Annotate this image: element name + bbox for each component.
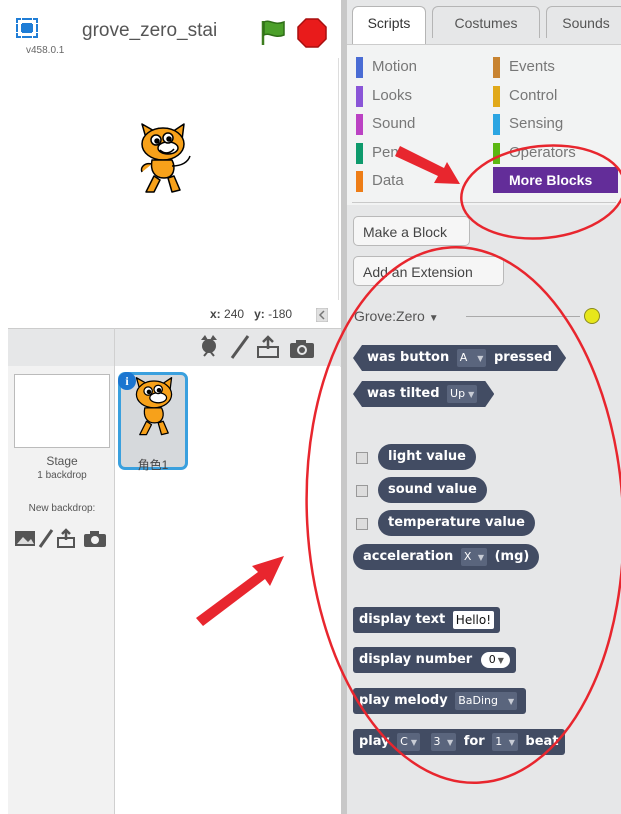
divider <box>114 328 115 814</box>
dropdown-arrow-icon: ▼ <box>507 696 515 706</box>
sprite-library-icon[interactable] <box>201 335 217 357</box>
add-extension-button[interactable]: Add an Extension <box>353 256 504 286</box>
block-text: was button <box>367 350 450 365</box>
light-value-checkbox[interactable] <box>356 452 368 464</box>
number-value: 0 <box>488 652 496 666</box>
stage-thumbnail[interactable] <box>14 374 110 448</box>
sprite-thumbnail <box>135 377 173 436</box>
block-play-melody[interactable]: play melody BaDing ▼ <box>353 688 527 714</box>
dropdown-arrow-icon: ▼ <box>468 389 475 399</box>
tilt-dropdown[interactable]: Up ▼ <box>447 385 477 403</box>
dropdown-arrow-icon: ▼ <box>410 737 417 747</box>
block-text: display number <box>359 652 473 667</box>
paint-backdrop-icon[interactable] <box>38 529 54 548</box>
new-backdrop-tools <box>15 528 106 548</box>
looks-color-bar <box>356 86 363 107</box>
block-text: acceleration <box>363 549 454 564</box>
new-backdrop-label: New backdrop: <box>28 503 96 514</box>
green-flag-icon[interactable] <box>258 17 288 47</box>
sensing-color-bar <box>493 114 500 135</box>
collapse-stage-icon[interactable] <box>316 308 328 322</box>
button-dropdown[interactable]: A ▼ <box>457 349 487 367</box>
sprite-name-label: 角色1 <box>137 458 169 472</box>
stage-label: Stage <box>46 454 78 468</box>
melody-dropdown[interactable]: BaDing ▼ <box>455 691 518 710</box>
display-number-input[interactable]: 0 ▼ <box>480 651 510 668</box>
info-icon[interactable]: i <box>118 372 136 390</box>
y-value: -180 <box>268 307 293 321</box>
block-temperature-value[interactable]: temperature value <box>378 510 535 536</box>
extension-header[interactable]: Grove:Zero ▼ <box>354 308 439 324</box>
mouse-coordinates: x: 240 y: -180 <box>210 307 292 321</box>
tab-scripts[interactable]: Scripts <box>352 6 426 44</box>
dropdown-value: C <box>400 734 408 748</box>
sound-color-bar <box>356 114 363 135</box>
backdrop-library-icon[interactable] <box>15 531 35 546</box>
extension-divider <box>466 316 580 317</box>
upload-icon[interactable] <box>257 335 279 358</box>
events-color-bar <box>493 57 500 78</box>
camera-backdrop-icon[interactable] <box>84 531 106 547</box>
block-text: beat <box>525 734 559 749</box>
operators-color-bar <box>493 143 500 164</box>
stop-sign-icon[interactable] <box>296 17 328 49</box>
temperature-value-checkbox[interactable] <box>356 518 368 530</box>
tab-sounds[interactable]: Sounds <box>546 6 621 38</box>
x-value: 240 <box>224 307 245 321</box>
dropdown-arrow-icon: ▼ <box>447 737 454 747</box>
y-label: y: <box>254 307 265 321</box>
version-label: v458.0.1 <box>26 45 65 56</box>
project-title-field[interactable]: grove_zero_stai <box>82 20 232 42</box>
block-text: was tilted <box>367 386 440 401</box>
octave-dropdown[interactable]: 3 ▼ <box>430 732 457 751</box>
dropdown-value: 1 <box>495 734 503 748</box>
block-was-button-pressed[interactable]: was button A ▼ pressed <box>353 345 566 371</box>
pen-color-bar <box>356 143 363 164</box>
category-separator <box>352 202 616 203</box>
dropdown-value: 3 <box>433 734 441 748</box>
note-dropdown[interactable]: C ▼ <box>397 732 420 751</box>
block-light-value[interactable]: light value <box>378 444 476 470</box>
block-display-text[interactable]: display text Hello! <box>353 607 501 633</box>
block-was-tilted[interactable]: was tilted Up ▼ <box>353 381 494 407</box>
dropdown-value: X <box>463 549 472 563</box>
block-acceleration[interactable]: acceleration X ▼ (mg) <box>353 544 540 570</box>
beat-dropdown[interactable]: 1 ▼ <box>492 732 518 751</box>
dropdown-value: Up <box>450 386 466 400</box>
data-color-bar <box>356 171 363 192</box>
dropdown-value: BaDing <box>458 693 498 707</box>
sound-value-checkbox[interactable] <box>356 485 368 497</box>
tab-costumes[interactable]: Costumes <box>432 6 540 38</box>
control-color-bar <box>493 86 500 107</box>
dropdown-arrow-icon: ▼ <box>508 737 515 747</box>
dropdown-arrow-icon: ▼ <box>497 655 504 665</box>
upload-backdrop-icon[interactable] <box>57 528 75 548</box>
dropdown-arrow-icon: ▼ <box>477 552 485 562</box>
block-text: pressed <box>493 350 553 365</box>
block-text: play melody <box>359 693 448 708</box>
extension-title: Grove:Zero <box>354 308 425 324</box>
chevron-down-icon[interactable]: ▼ <box>429 313 439 324</box>
block-text: display text <box>359 612 446 627</box>
make-a-block-button[interactable]: Make a Block <box>353 216 470 246</box>
x-label: x: <box>210 307 221 321</box>
block-play-note[interactable]: play C ▼ 3 ▼ for 1 ▼ beat <box>353 729 565 755</box>
paint-brush-icon[interactable] <box>230 335 250 359</box>
axis-dropdown[interactable]: X ▼ <box>460 547 488 566</box>
motion-color-bar <box>356 57 363 78</box>
display-text-input[interactable]: Hello! <box>452 610 495 629</box>
block-text: play <box>359 734 390 749</box>
block-text: (mg) <box>494 549 530 564</box>
block-sound-value[interactable]: sound value <box>378 477 487 503</box>
block-display-number[interactable]: display number 0 ▼ <box>353 647 516 673</box>
dropdown-value: A <box>459 350 468 364</box>
new-sprite-tools <box>201 335 314 359</box>
backdrop-count: 1 backdrop <box>37 470 87 481</box>
extension-status-indicator <box>584 308 600 324</box>
cat-sprite[interactable] <box>132 122 194 196</box>
fullscreen-icon[interactable] <box>16 18 38 38</box>
dropdown-arrow-icon: ▼ <box>477 353 484 363</box>
block-text: for <box>463 734 485 749</box>
camera-icon[interactable] <box>290 340 314 358</box>
